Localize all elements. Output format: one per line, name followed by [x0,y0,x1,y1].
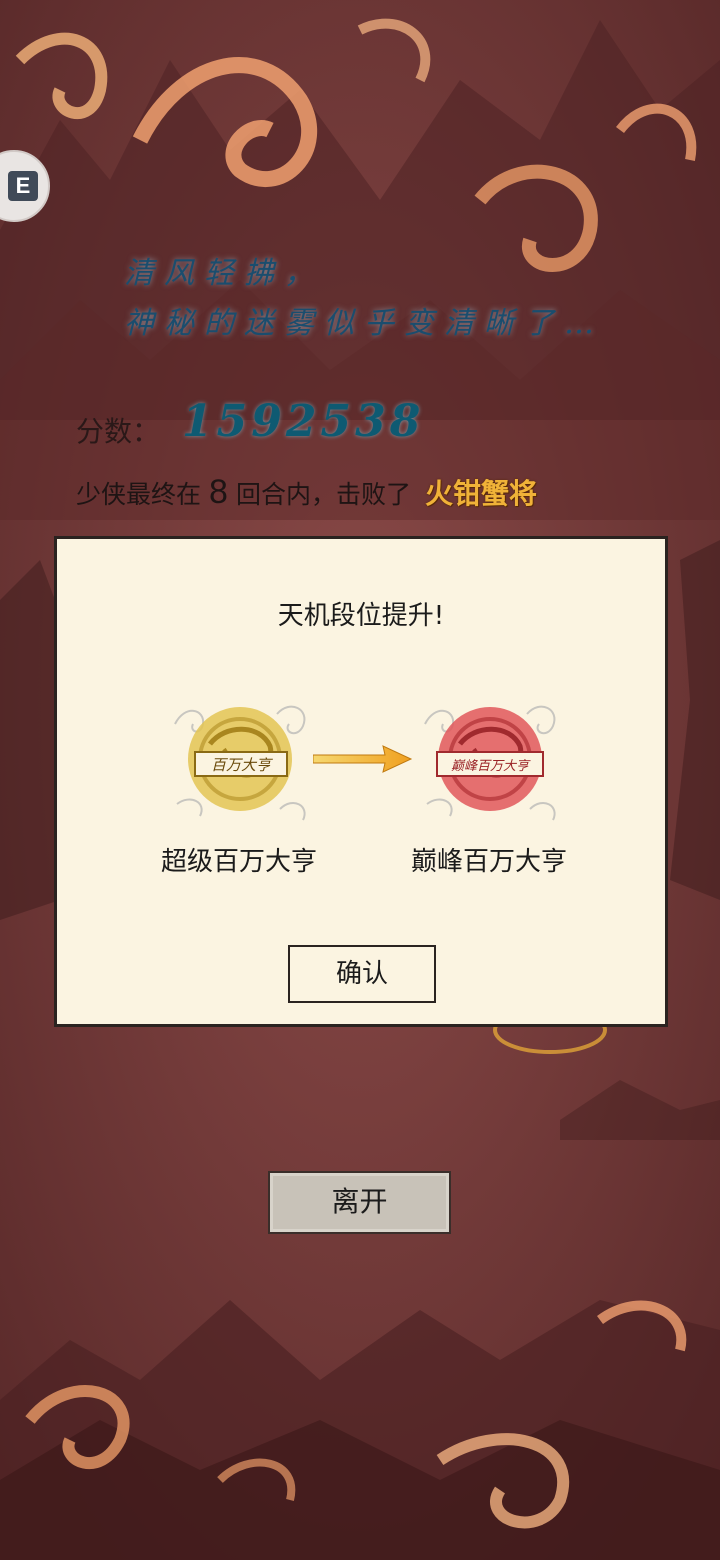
rank-badge-from-icon: 百万大亨 [174,705,306,821]
app-logo-icon: E [8,171,38,201]
to-seal-text: 巅峰百万大亨 [451,759,531,774]
dialog-title: 天机段位提升! [277,601,445,631]
poem-line-1: 清风轻拂， [124,256,324,291]
from-seal-text: 百万大亨 [211,756,273,774]
battle-summary: 少侠最终在 8 回合内，击败了 火钳蟹将 [76,472,537,512]
summary-prefix: 少侠最终在 [76,480,202,509]
score-value: 1592538 [182,396,425,447]
rank-badge-to-icon: 巅峰百万大亨 [424,705,556,821]
poem-line-2: 神秘的迷雾似乎变清晰了… [124,306,604,341]
to-rank-name: 巅峰百万大亨 [410,847,567,877]
boss-name: 火钳蟹将 [424,477,537,510]
summary-middle: 回合内，击败了 [235,480,411,509]
confirm-button[interactable]: 确认 [288,945,436,1003]
arrow-right-icon [313,745,413,773]
rank-up-dialog: 天机段位提升! 百万大亨 巅峰百万大亨 超级百万大亨 巅峰百万大亨 确认 [54,536,668,1027]
from-rank-name: 超级百万大亨 [160,847,317,877]
rounds-count: 8 [209,473,228,511]
score-label: 分数： [76,415,161,448]
leave-button[interactable]: 离开 [268,1171,451,1234]
